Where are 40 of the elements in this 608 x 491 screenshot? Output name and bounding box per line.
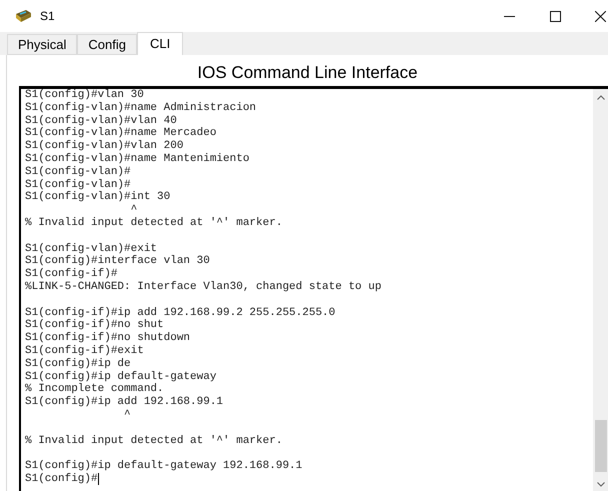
close-icon — [595, 10, 606, 22]
scrollbar-thumb[interactable] — [594, 420, 606, 472]
scroll-up-icon[interactable] — [596, 95, 604, 100]
terminal-line: S1(config)#ip add 192.168.99.1 — [25, 396, 224, 409]
terminal-line: % Invalid input detected at '^' marker. — [25, 434, 282, 448]
terminal-line: S1(config-vlan)#name Mercadeo — [25, 127, 216, 140]
terminal-line: S1(config-if)#ip add 192.168.99.2 255.255.255.0 — [25, 306, 336, 319]
terminal-line: % Incomplete command. — [25, 383, 164, 396]
terminal-line: S1(config-vlan)#vlan 40 — [25, 114, 177, 127]
terminal-line: S1(config-if)#no shut — [25, 319, 164, 332]
terminal-line: S1(config)#ip default-gateway 192.168.99.1 — [25, 460, 302, 473]
tab[interactable]: Physical — [7, 34, 78, 55]
terminal-line: S1(config)#vlan 30 — [25, 89, 144, 102]
terminal-line: ^ — [130, 204, 138, 217]
terminal-line: S1(config-vlan)#int 30 — [25, 191, 170, 204]
tab[interactable]: Config — [77, 34, 137, 55]
terminal-line: S1(config-vlan)# — [25, 166, 131, 179]
terminal-line: S1(config-vlan)#vlan 200 — [25, 140, 184, 153]
terminal-line: S1(config-if)# — [25, 268, 118, 281]
scrollbar[interactable] — [593, 89, 608, 491]
scroll-down-icon[interactable] — [596, 482, 604, 487]
tab[interactable]: CLI — [137, 32, 184, 55]
terminal-line: S1(config-if)#exit — [25, 344, 144, 358]
terminal-line: S1(config-if)#no shutdown — [25, 332, 190, 345]
maximize-icon — [550, 10, 560, 22]
terminal-line: %LINK-5-CHANGED: Interface Vlan30, changed state to up — [25, 280, 382, 294]
terminal-line: % Invalid input detected at '^' marker. — [25, 216, 282, 230]
terminal-line: S1(config-vlan)# — [25, 178, 131, 191]
terminal-line: S1(config)#interface vlan 30 — [25, 255, 210, 268]
switch-icon — [14, 8, 32, 24]
terminal-line: S1(config)#ip de — [25, 358, 131, 371]
window-title: S1 — [40, 8, 55, 25]
panel-heading: IOS Command Line Interface — [196, 62, 419, 84]
terminal-line: S1(config)#ip default-gateway — [25, 370, 216, 383]
terminal-line: S1(config-vlan)#exit — [25, 242, 158, 255]
text-cursor — [98, 473, 99, 486]
terminal-line: ^ — [123, 408, 131, 422]
terminal-line: S1(config-vlan)#name Administracion — [25, 102, 256, 115]
terminal-line: S1(config-vlan)#name Mantenimiento — [25, 152, 250, 166]
terminal-line[interactable]: S1(config)# — [25, 472, 98, 486]
